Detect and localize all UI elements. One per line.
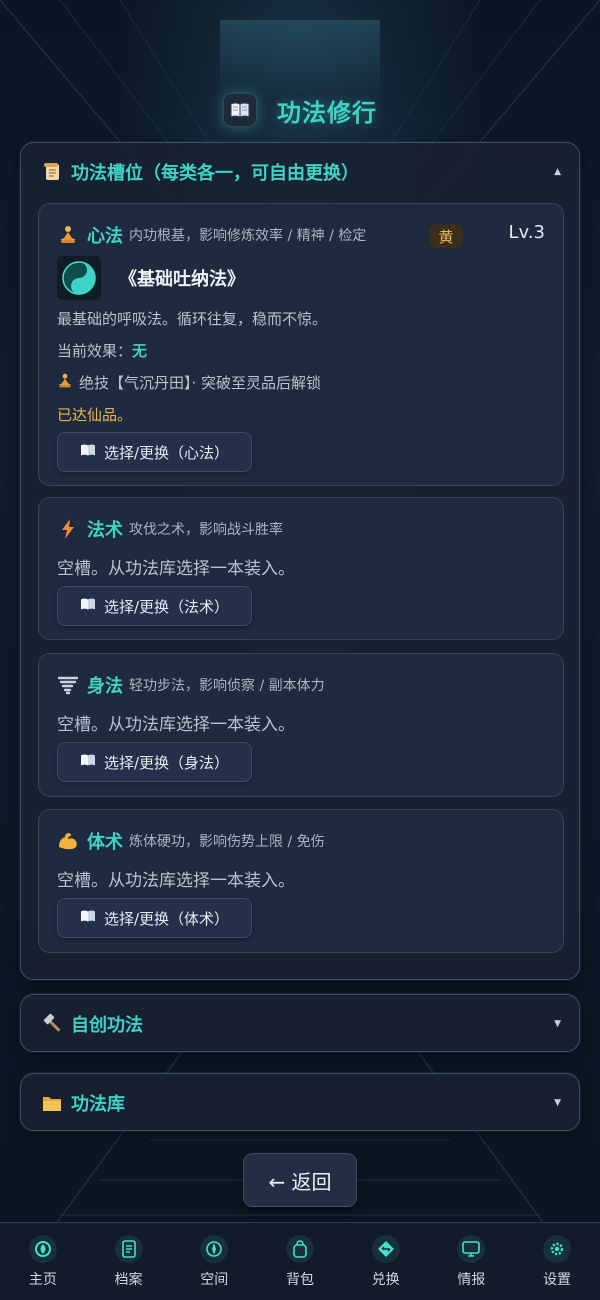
library-panel[interactable]: 功法库 ▼ bbox=[20, 1073, 580, 1131]
tornado-icon bbox=[57, 674, 79, 696]
empty-slot-text: 空槽。从功法库选择一本装入。 bbox=[57, 715, 295, 735]
empty-slot-text: 空槽。从功法库选择一本装入。 bbox=[57, 871, 295, 891]
create-panel-header[interactable]: 自创功法 ▼ bbox=[21, 995, 579, 1053]
button-label: 选择/更换（身法） bbox=[103, 753, 230, 772]
nav-item-profile[interactable]: 档案 bbox=[89, 1234, 169, 1289]
slot-card-tishu: 体术 炼体硬功，影响伤势上限 / 免伤 空槽。从功法库选择一本装入。 选择/更换… bbox=[38, 809, 564, 953]
slot-description: 炼体硬功，影响伤势上限 / 免伤 bbox=[129, 834, 325, 850]
nav-label: 兑换 bbox=[371, 1271, 400, 1288]
slot-card-fashu: 法术 攻伐之术，影响战斗胜率 空槽。从功法库选择一本装入。 选择/更换（法术） bbox=[38, 497, 564, 640]
slot-description: 攻伐之术，影响战斗胜率 bbox=[129, 522, 283, 538]
page-header: 功法修行 bbox=[0, 92, 600, 128]
empty-slot-text: 空槽。从功法库选择一本装入。 bbox=[57, 559, 295, 579]
nav-item-exchange[interactable]: 兑换 bbox=[346, 1234, 426, 1289]
nav-label: 主页 bbox=[28, 1271, 57, 1288]
button-label: 选择/更换（法术） bbox=[103, 597, 230, 616]
open-book-icon bbox=[223, 93, 257, 127]
document-icon bbox=[114, 1234, 143, 1263]
hammer-icon bbox=[41, 1013, 63, 1035]
book-icon bbox=[80, 909, 96, 927]
slots-panel-header[interactable]: 功法槽位（每类各一，可自由更换） ▲ bbox=[21, 143, 579, 201]
skill-text: 绝技【气沉丹田】· 突破至灵品后解锁 bbox=[79, 374, 322, 392]
folder-icon bbox=[41, 1092, 63, 1114]
bag-icon bbox=[285, 1234, 314, 1263]
slot-description: 轻功步法，影响侦察 / 副本体力 bbox=[129, 678, 325, 694]
library-panel-title: 功法库 bbox=[71, 1094, 125, 1115]
slots-panel: 功法槽位（每类各一，可自由更换） ▲ 心法 内功根基，影响修炼效率 / 精神 /… bbox=[20, 142, 580, 980]
nav-label: 情报 bbox=[457, 1271, 486, 1288]
effect-label: 当前效果： bbox=[57, 342, 133, 360]
slot-name: 法术 bbox=[87, 520, 123, 541]
button-label: 选择/更换（心法） bbox=[103, 443, 230, 462]
select-tishu-button[interactable]: 选择/更换（体术） bbox=[57, 898, 252, 938]
slot-name: 体术 bbox=[87, 832, 123, 853]
create-panel[interactable]: 自创功法 ▼ bbox=[20, 994, 580, 1052]
create-panel-title: 自创功法 bbox=[71, 1015, 143, 1036]
lightning-icon bbox=[57, 518, 79, 540]
collapse-caret-icon[interactable]: ▲ bbox=[554, 167, 561, 177]
skill-line: 绝技【气沉丹田】· 突破至灵品后解锁 bbox=[57, 372, 321, 393]
page-title: 功法修行 bbox=[277, 98, 377, 127]
button-label: 选择/更换（体术） bbox=[103, 909, 230, 928]
effect-value: 无 bbox=[132, 342, 148, 360]
select-fashu-button[interactable]: 选择/更换（法术） bbox=[57, 586, 252, 626]
select-shenfa-button[interactable]: 选择/更换（身法） bbox=[57, 742, 252, 782]
expand-caret-icon[interactable]: ▼ bbox=[554, 1019, 561, 1029]
monitor-icon bbox=[457, 1234, 486, 1263]
nav-label: 设置 bbox=[543, 1271, 572, 1288]
meditation-icon bbox=[57, 373, 73, 393]
library-panel-header[interactable]: 功法库 ▼ bbox=[21, 1074, 579, 1132]
slot-name: 心法 bbox=[87, 226, 123, 247]
swirl-icon bbox=[28, 1234, 57, 1263]
back-button[interactable]: ← 返回 bbox=[243, 1153, 357, 1207]
scroll-icon bbox=[41, 161, 63, 183]
nav-item-settings[interactable]: 设置 bbox=[517, 1234, 597, 1289]
expand-caret-icon[interactable]: ▼ bbox=[554, 1098, 561, 1108]
back-button-label: ← 返回 bbox=[268, 1169, 332, 1194]
level-label: Lv.3 bbox=[508, 222, 545, 243]
compass-icon bbox=[200, 1234, 229, 1263]
exchange-icon bbox=[371, 1234, 400, 1263]
book-description: 最基础的呼吸法。循环往复，稳而不惊。 bbox=[57, 310, 328, 328]
slot-description: 内功根基，影响修炼效率 / 精神 / 检定 bbox=[129, 228, 367, 244]
muscle-icon bbox=[57, 830, 79, 852]
select-xinfa-button[interactable]: 选择/更换（心法） bbox=[57, 432, 252, 472]
rank-badge: 黄 bbox=[429, 224, 463, 248]
book-name: 《基础吐纳法》 bbox=[119, 269, 245, 290]
nav-item-space[interactable]: 空间 bbox=[174, 1234, 254, 1289]
slots-panel-title: 功法槽位（每类各一，可自由更换） bbox=[71, 163, 359, 184]
nav-label: 背包 bbox=[285, 1271, 314, 1288]
nav-item-bag[interactable]: 背包 bbox=[260, 1234, 340, 1289]
book-icon bbox=[80, 597, 96, 615]
nav-label: 档案 bbox=[114, 1271, 143, 1288]
effect-line: 当前效果：无 bbox=[57, 340, 147, 361]
book-icon bbox=[80, 443, 96, 461]
slot-card-xinfa: 心法 内功根基，影响修炼效率 / 精神 / 检定 黄 Lv.3 《基础吐纳法》 … bbox=[38, 203, 564, 486]
book-icon bbox=[80, 753, 96, 771]
slot-name: 身法 bbox=[87, 676, 123, 697]
status-text: 已达仙品。 bbox=[57, 406, 133, 424]
nav-label: 空间 bbox=[200, 1271, 229, 1288]
gear-icon bbox=[543, 1234, 572, 1263]
meditation-icon bbox=[57, 224, 79, 246]
bottom-nav: 主页 档案 空间 背包 兑换 情报 设置 bbox=[0, 1222, 600, 1300]
nav-item-home[interactable]: 主页 bbox=[3, 1234, 83, 1289]
nav-item-intel[interactable]: 情报 bbox=[431, 1234, 511, 1289]
slot-card-shenfa: 身法 轻功步法，影响侦察 / 副本体力 空槽。从功法库选择一本装入。 选择/更换… bbox=[38, 653, 564, 797]
taiji-icon bbox=[57, 256, 101, 300]
